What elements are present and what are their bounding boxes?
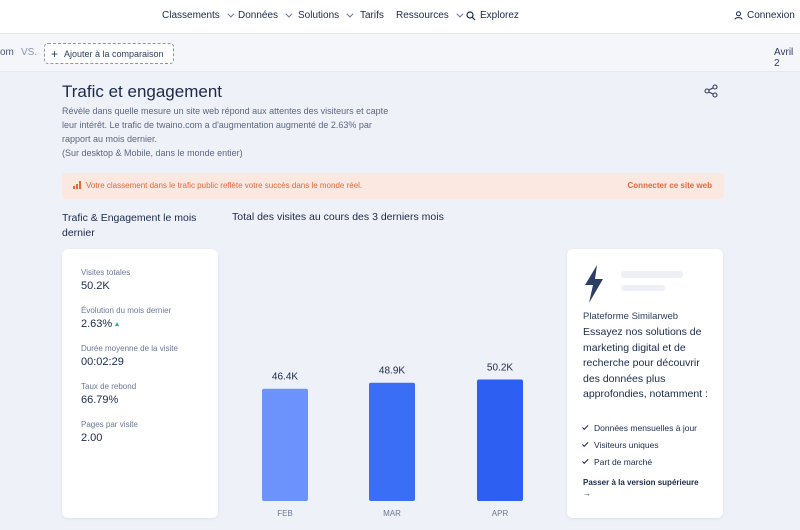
date-range-selector[interactable]: Avril 2 xyxy=(774,47,800,69)
data-label: 48.9K xyxy=(379,366,405,377)
nav-item-classements[interactable]: Classements xyxy=(162,10,235,21)
metric-value: 00:02:29 xyxy=(81,356,124,368)
nav-item-explore[interactable]: Explorez xyxy=(466,10,519,21)
connect-site-banner: Votre classement dans le trafic public r… xyxy=(62,173,724,199)
banner-text: Votre classement dans le trafic public r… xyxy=(86,181,363,190)
nav-item-label: Classements xyxy=(162,10,220,21)
x-tick-label: APR xyxy=(492,509,509,518)
top-nav: Classements Données Solutions Tarifs Res… xyxy=(0,0,800,34)
promo-card: Plateforme Similarweb Essayez nos soluti… xyxy=(567,249,723,518)
nav-item-label: Données xyxy=(238,10,279,21)
chevron-down-icon xyxy=(456,10,464,18)
login-label: Connexion xyxy=(747,10,795,21)
bar-feb[interactable] xyxy=(262,388,308,501)
nav-item-ressources[interactable]: Ressources xyxy=(396,10,464,21)
check-icon xyxy=(582,423,589,430)
nav-item-label: Solutions xyxy=(298,10,340,21)
promo-body: Essayez nos solutions de marketing digit… xyxy=(583,326,708,400)
nav-item-label: Ressources xyxy=(396,10,449,21)
data-label: 50.2K xyxy=(487,363,513,374)
chevron-down-icon xyxy=(285,10,293,18)
metric-value: 2.63% xyxy=(81,318,113,330)
feature-label: Visiteurs uniques xyxy=(594,439,659,450)
login-button[interactable]: Connexion xyxy=(734,10,795,21)
engagement-heading: Trafic & Engagement le mois dernier xyxy=(62,212,197,239)
check-icon xyxy=(582,440,589,447)
data-label: 46.4K xyxy=(272,372,298,383)
upgrade-link[interactable]: Passer à la version supérieure → xyxy=(583,477,703,499)
metric-value: 2.00 xyxy=(81,432,103,444)
check-icon xyxy=(582,457,589,464)
metric-label: Visites totales xyxy=(81,268,131,277)
compare-bar: om VS. + Ajouter à la comparaison Avril … xyxy=(0,34,800,72)
description-line: rapport au mois dernier. xyxy=(62,134,158,144)
bolt-icon xyxy=(585,265,603,303)
bar-apr[interactable] xyxy=(477,379,523,501)
chevron-down-icon xyxy=(346,10,354,18)
placeholder-bar xyxy=(621,285,665,291)
bar-chart-icon xyxy=(73,181,81,189)
section-title: Trafic et engagement xyxy=(62,82,223,101)
description-line: (Sur desktop & Mobile, dans le monde ent… xyxy=(62,148,243,158)
bar-mar[interactable] xyxy=(369,382,415,501)
list-item: Visiteurs uniques xyxy=(582,436,697,453)
metrics-card: Visites totales 50.2K Évolution du mois … xyxy=(62,249,218,518)
description-line: leur intérêt. Le trafic de twaino.com a … xyxy=(62,120,372,130)
metric-label: Taux de rebond xyxy=(81,382,137,391)
trend-up-icon xyxy=(115,322,120,327)
vs-label: VS. xyxy=(21,47,38,58)
share-icon[interactable] xyxy=(704,84,718,98)
nav-item-label: Tarifs xyxy=(360,10,384,21)
search-icon xyxy=(466,10,476,20)
metric-label: Durée moyenne de la visite xyxy=(81,344,178,353)
metric-label: Évolution du mois dernier xyxy=(81,306,172,315)
x-tick-label: MAR xyxy=(383,509,401,518)
nav-item-solutions[interactable]: Solutions xyxy=(298,10,354,21)
nav-item-tarifs[interactable]: Tarifs xyxy=(360,10,384,21)
metric-value: 50.2K xyxy=(81,280,110,292)
promo-title: Plateforme Similarweb xyxy=(583,311,679,322)
feature-label: Part de marché xyxy=(594,456,653,467)
nav-item-label: Explorez xyxy=(480,10,519,21)
feature-label: Données mensuelles à jour xyxy=(594,422,698,433)
connect-site-link[interactable]: Connecter ce site web xyxy=(628,181,712,190)
section-description: Révèle dans quelle mesure un site web ré… xyxy=(62,104,422,160)
description-line: Révèle dans quelle mesure un site web ré… xyxy=(62,106,389,116)
list-item: Données mensuelles à jour xyxy=(582,419,698,436)
nav-item-donnees[interactable]: Données xyxy=(238,10,293,21)
chevron-down-icon xyxy=(227,10,235,18)
list-item: Part de marché xyxy=(582,453,697,470)
current-site-name: om xyxy=(0,47,14,58)
chart-heading: Total des visites au cours des 3 dernier… xyxy=(232,211,444,223)
metric-value: 66.79% xyxy=(81,394,119,406)
add-comparison-label: Ajouter à la comparaison xyxy=(64,48,164,59)
visits-bar-chart: 46.4K FEB 48.9K MAR 50.2K APR xyxy=(262,363,523,518)
x-tick-label: FEB xyxy=(277,509,293,518)
user-icon xyxy=(734,11,743,20)
add-comparison-button[interactable]: + Ajouter à la comparaison xyxy=(44,43,174,64)
metric-label: Pages par visite xyxy=(81,420,138,429)
plus-icon: + xyxy=(51,46,59,61)
metric-value-wrap: 2.63% xyxy=(81,318,120,330)
promo-feature-list: Données mensuelles à jour Visiteurs uniq… xyxy=(582,419,698,470)
placeholder-bar xyxy=(621,271,683,278)
